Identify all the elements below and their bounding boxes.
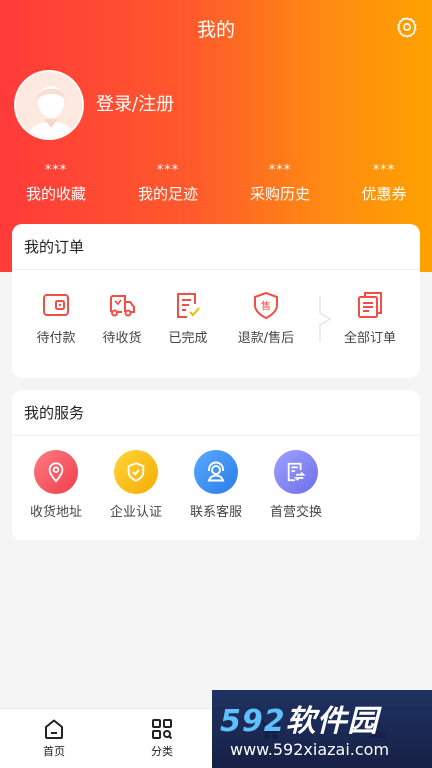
after-sale-icon: 售 [254,291,278,320]
stat-purchase-history[interactable]: *** 采购历史 [230,163,330,205]
order-all[interactable]: 全部订单 [332,290,408,348]
completed-icon [177,293,200,318]
services-title: 我的服务 [12,390,420,436]
all-orders-icon [358,292,382,318]
tab-home[interactable]: 首页 [14,717,94,759]
order-label: 待收货 [102,331,142,346]
stat-footprints[interactable]: *** 我的足迹 [118,163,218,205]
watermark: 592软件园 www.592xiazai.com [212,690,432,768]
shield-check-icon [114,450,158,494]
service-enterprise-cert[interactable]: 企业认证 [96,450,176,522]
wallet-icon [43,294,69,316]
tab-category[interactable]: 分类 [122,717,202,759]
service-first-business-exchange[interactable]: 首营交换 [256,450,336,522]
order-pending-receipt[interactable]: 待收货 [84,290,160,348]
stat-favorites[interactable]: *** 我的收藏 [6,163,106,205]
service-label: 收货地址 [29,505,82,520]
order-after-sale[interactable]: 售 退款/售后 [228,290,304,348]
login-register-link[interactable]: 登录/注册 [96,93,174,117]
gear-icon[interactable] [396,16,418,38]
services-card: 我的服务 收货地址 企业认证 联系客服 首营交换 [12,390,420,540]
order-label: 已完成 [168,331,208,346]
watermark-logo: 592软件园 [220,696,379,740]
order-completed[interactable]: 已完成 [150,290,226,348]
customer-service-icon [194,450,238,494]
stat-label: 我的收藏 [25,185,86,203]
watermark-logo-suffix: 软件园 [285,704,379,739]
category-icon [152,719,173,740]
stat-coupons[interactable]: *** 优惠券 [334,163,432,205]
service-label: 企业认证 [109,505,162,520]
stats-row: *** 我的收藏 *** 我的足迹 *** 采购历史 *** 优惠券 [0,163,432,213]
exchange-icon [274,450,318,494]
stat-label: 我的足迹 [137,185,198,203]
svg-text:售: 售 [261,300,271,313]
stat-value: *** [44,163,68,178]
stat-value: *** [268,163,292,178]
order-label: 待付款 [36,331,76,346]
orders-title: 我的订单 [12,224,420,270]
home-icon [45,719,63,739]
stat-label: 采购历史 [249,185,310,203]
service-label: 联系客服 [189,505,242,520]
service-address[interactable]: 收货地址 [16,450,96,522]
stat-value: *** [156,163,180,178]
stat-value: *** [372,163,396,178]
order-label: 全部订单 [343,331,396,346]
stat-label: 优惠券 [361,185,407,203]
tab-label: 首页 [43,745,65,758]
orders-card: 我的订单 待付款 待收货 已完成 售 退款/售后 全部订单 [12,224,420,378]
watermark-url: www.592xiazai.com [230,740,390,759]
page-title: 我的 [196,19,235,41]
service-customer-support[interactable]: 联系客服 [176,450,256,522]
location-icon [34,450,78,494]
watermark-logo-prefix: 592 [220,704,286,739]
tab-label: 分类 [151,745,173,758]
avatar[interactable] [14,70,84,140]
service-label: 首营交换 [269,505,322,520]
order-label: 退款/售后 [237,331,295,346]
order-pending-payment[interactable]: 待付款 [18,290,94,348]
truck-icon [110,295,135,317]
